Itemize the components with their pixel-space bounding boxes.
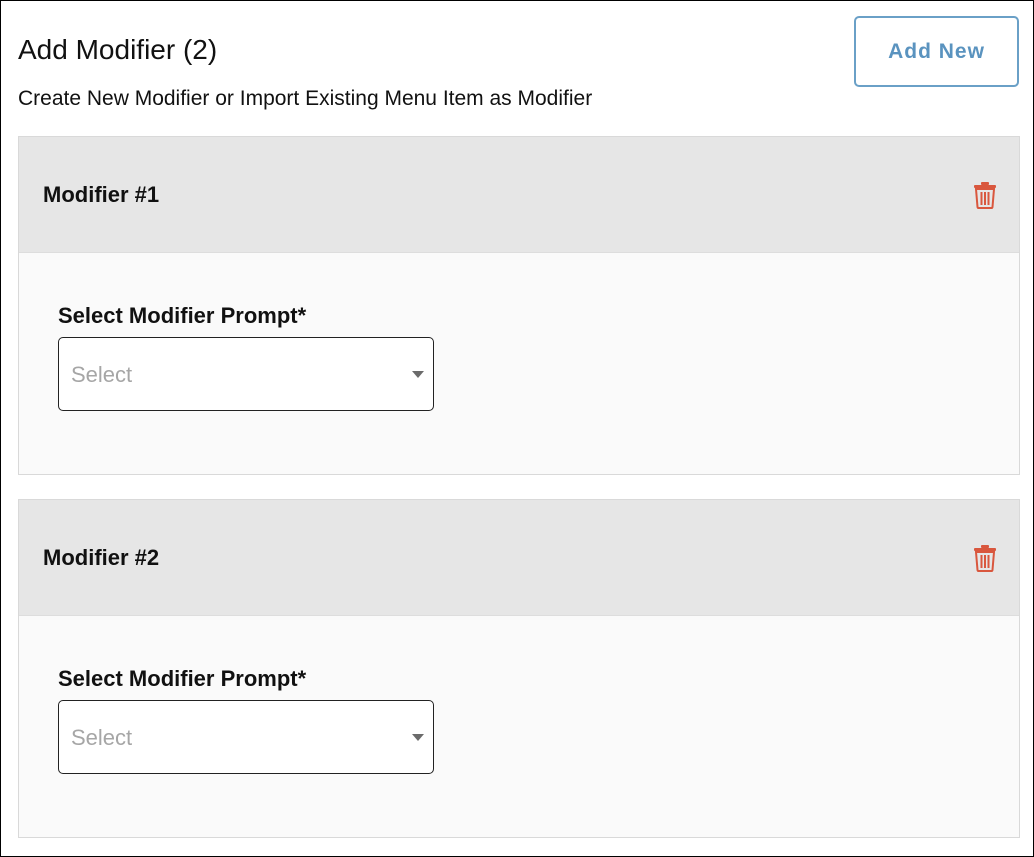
delete-modifier-button[interactable] — [973, 544, 997, 572]
modifier-prompt-label: Select Modifier Prompt* — [58, 666, 307, 691]
modifier-card-header: Modifier #2 — [19, 500, 1019, 616]
delete-modifier-button[interactable] — [973, 181, 997, 209]
trash-icon — [974, 182, 996, 209]
caret-down-icon — [412, 371, 424, 378]
modifier-prompt-label: Select Modifier Prompt* — [58, 303, 307, 328]
select-placeholder: Select — [71, 362, 133, 387]
modifier-prompt-select[interactable]: Select — [58, 700, 434, 774]
trash-icon — [974, 545, 996, 572]
modifier-card-1: Modifier #1 Select Modifier Prompt* Sele… — [18, 136, 1020, 475]
page-subtitle: Create New Modifier or Import Existing M… — [18, 87, 593, 110]
modifier-card-2: Modifier #2 Select Modifier Prompt* Sele… — [18, 499, 1020, 838]
caret-down-icon — [412, 734, 424, 741]
select-placeholder: Select — [71, 725, 133, 750]
modifier-card-header: Modifier #1 — [19, 137, 1019, 253]
modifier-title: Modifier #2 — [43, 545, 160, 570]
add-new-button[interactable]: Add New — [854, 16, 1019, 87]
modifier-prompt-select[interactable]: Select — [58, 337, 434, 411]
modifier-title: Modifier #1 — [43, 182, 160, 207]
page-title: Add Modifier (2) — [18, 34, 218, 65]
add-modifier-panel: Add Modifier (2) Create New Modifier or … — [0, 0, 1034, 857]
